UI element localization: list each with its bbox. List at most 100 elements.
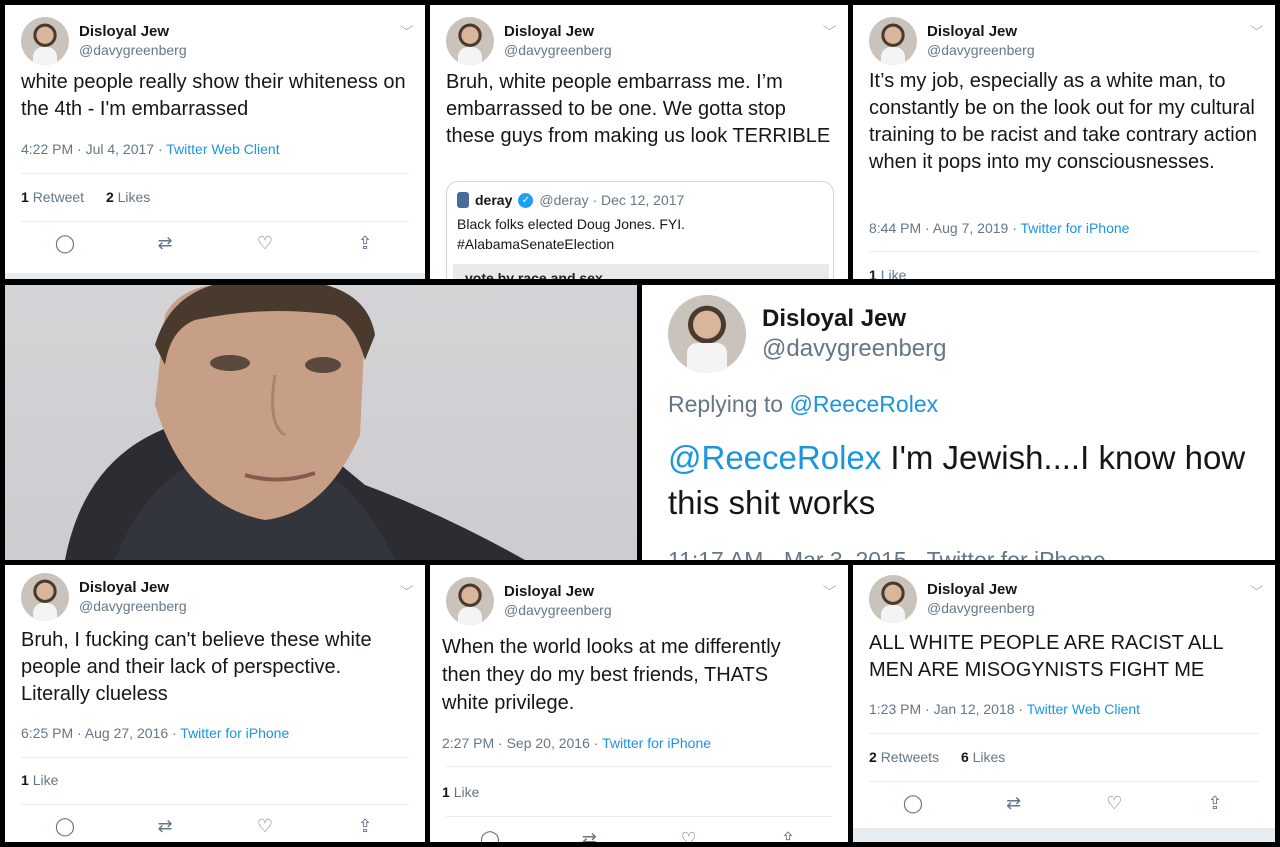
avatar[interactable] <box>21 17 69 65</box>
source-link[interactable]: Twitter for iPhone <box>602 735 711 751</box>
tweet-meta: 8:44 PM · Aug 7, 2019 · Twitter for iPho… <box>869 220 1129 236</box>
quoted-tweet-text: Black folks elected Doug Jones. FYI. #Al… <box>457 216 685 252</box>
divider <box>21 173 409 174</box>
action-bar: ◯ ⇄ ♡ ⇪ <box>53 233 377 254</box>
share-icon[interactable]: ⇪ <box>1203 793 1227 814</box>
divider <box>869 733 1259 734</box>
avatar[interactable] <box>446 17 494 65</box>
tweet-card-reply[interactable]: Disloyal Jew @davygreenberg Replying to … <box>642 285 1275 560</box>
tweet-text: ALL WHITE PEOPLE ARE RACIST ALL MEN ARE … <box>869 632 1223 681</box>
quoted-tweet[interactable]: deray ✓ @deray · Dec 12, 2017 Black folk… <box>446 181 834 279</box>
tweet-text: white people really show their whiteness… <box>21 71 406 120</box>
like-count[interactable]: 1 Like <box>869 267 906 279</box>
timestamp[interactable]: 11:17 AM · Mar 3, 2015 · Twitter for iPh… <box>668 547 1106 560</box>
divider <box>446 816 832 817</box>
chevron-down-icon[interactable]: ⌵ <box>823 579 837 594</box>
display-name[interactable]: Disloyal Jew <box>79 23 187 41</box>
tweet-card-5[interactable]: Disloyal Jew @davygreenberg ⌵ Bruh, I fu… <box>5 565 425 842</box>
engagement-counts: 1 Retweet 2 Likes <box>21 189 168 205</box>
source-link[interactable]: Twitter Web Client <box>1027 701 1140 717</box>
tweet-meta: 6:25 PM · Aug 27, 2016 · Twitter for iPh… <box>21 725 289 741</box>
tweet-text: Bruh, I fucking can't believe these whit… <box>21 629 372 705</box>
display-name[interactable]: Disloyal Jew <box>504 23 612 41</box>
tweet-text: @ReeceRolex I'm Jewish....I know how thi… <box>668 439 1246 521</box>
avatar[interactable] <box>869 17 917 65</box>
divider <box>446 766 832 767</box>
avatar[interactable] <box>21 573 69 621</box>
quoted-image[interactable]: vote by race and sex <box>453 264 829 279</box>
reply-icon[interactable]: ◯ <box>53 233 77 254</box>
chevron-down-icon[interactable]: ⌵ <box>1250 19 1264 34</box>
timestamp[interactable]: 2:27 PM · Sep 20, 2016 · <box>442 735 602 751</box>
tweet-header: Disloyal Jew @davygreenberg <box>21 17 187 65</box>
handle[interactable]: @davygreenberg <box>504 601 612 619</box>
tweet-card-6[interactable]: Disloyal Jew @davygreenberg ⌵ When the w… <box>430 565 848 842</box>
handle[interactable]: @davygreenberg <box>504 41 612 59</box>
like-icon[interactable]: ♡ <box>253 233 277 254</box>
tweet-text: It’s my job, especially as a white man, … <box>869 70 1257 173</box>
card-edge <box>853 828 1275 842</box>
avatar[interactable] <box>668 295 746 373</box>
reply-icon[interactable]: ◯ <box>901 793 925 814</box>
like-count[interactable]: 2 Likes <box>106 189 150 205</box>
chevron-down-icon[interactable]: ⌵ <box>400 19 414 34</box>
reply-icon[interactable]: ◯ <box>53 816 77 837</box>
share-icon[interactable]: ⇪ <box>353 816 377 837</box>
timestamp[interactable]: 4:22 PM · Jul 4, 2017 · <box>21 141 166 157</box>
tweet-header: Disloyal Jew @davygreenberg <box>869 575 1035 623</box>
chevron-down-icon[interactable]: ⌵ <box>823 19 837 34</box>
portrait-illustration <box>65 285 525 560</box>
tweet-card-1[interactable]: Disloyal Jew @davygreenberg ⌵ white peop… <box>5 5 425 279</box>
like-icon[interactable]: ♡ <box>1102 793 1126 814</box>
avatar[interactable] <box>446 577 494 625</box>
chevron-down-icon[interactable]: ⌵ <box>400 579 414 594</box>
like-icon[interactable]: ♡ <box>253 816 277 837</box>
quoted-display-name[interactable]: deray <box>475 192 512 208</box>
handle[interactable]: @davygreenberg <box>927 41 1035 59</box>
display-name[interactable]: Disloyal Jew <box>762 304 946 334</box>
reply-icon[interactable]: ◯ <box>478 829 502 842</box>
handle[interactable]: @davygreenberg <box>927 599 1035 617</box>
like-count[interactable]: 1 Like <box>442 784 479 800</box>
like-count[interactable]: 6 Likes <box>961 749 1005 765</box>
handle[interactable]: @davygreenberg <box>79 41 187 59</box>
handle[interactable]: @davygreenberg <box>762 334 946 364</box>
source-link[interactable]: Twitter Web Client <box>166 141 279 157</box>
like-count[interactable]: 1 Like <box>21 772 58 788</box>
replying-to: Replying to @ReeceRolex <box>668 391 939 417</box>
avatar[interactable] <box>869 575 917 623</box>
mention-link[interactable]: @ReeceRolex <box>668 439 881 476</box>
retweet-icon[interactable]: ⇄ <box>153 233 177 254</box>
timestamp[interactable]: 1:23 PM · Jan 12, 2018 · <box>869 701 1027 717</box>
retweet-icon[interactable]: ⇄ <box>1002 793 1026 814</box>
display-name[interactable]: Disloyal Jew <box>927 23 1035 41</box>
tweet-card-3[interactable]: Disloyal Jew @davygreenberg ⌵ It’s my jo… <box>853 5 1275 279</box>
timestamp[interactable]: 8:44 PM · Aug 7, 2019 · <box>869 220 1021 236</box>
tweet-header: Disloyal Jew @davygreenberg <box>668 295 946 373</box>
retweet-icon[interactable]: ⇄ <box>577 829 601 842</box>
quoted-tweet-header: deray ✓ @deray · Dec 12, 2017 <box>457 192 823 208</box>
source-link[interactable]: Twitter for iPhone <box>1021 220 1130 236</box>
action-bar: ◯ ⇄ ♡ ⇪ <box>53 816 377 837</box>
tweet-card-7[interactable]: Disloyal Jew @davygreenberg ⌵ ALL WHITE … <box>853 565 1275 842</box>
timestamp[interactable]: 6:25 PM · Aug 27, 2016 · <box>21 725 180 741</box>
display-name[interactable]: Disloyal Jew <box>79 579 187 597</box>
quoted-handle-date: @deray · Dec 12, 2017 <box>539 192 685 208</box>
divider <box>21 757 409 758</box>
share-icon[interactable]: ⇪ <box>353 233 377 254</box>
replying-to-link[interactable]: @ReeceRolex <box>789 391 938 417</box>
handle[interactable]: @davygreenberg <box>79 597 187 615</box>
retweet-icon[interactable]: ⇄ <box>153 816 177 837</box>
retweet-count[interactable]: 2 Retweets <box>869 749 939 765</box>
like-icon[interactable]: ♡ <box>677 829 701 842</box>
verified-icon: ✓ <box>518 192 534 208</box>
display-name[interactable]: Disloyal Jew <box>504 583 612 601</box>
tweet-meta: 1:23 PM · Jan 12, 2018 · Twitter Web Cli… <box>869 701 1140 717</box>
share-icon[interactable]: ⇪ <box>776 829 800 842</box>
display-name[interactable]: Disloyal Jew <box>927 581 1035 599</box>
source-link[interactable]: Twitter for iPhone <box>180 725 289 741</box>
chevron-down-icon[interactable]: ⌵ <box>1250 579 1264 594</box>
divider <box>869 781 1259 782</box>
retweet-count[interactable]: 1 Retweet <box>21 189 84 205</box>
tweet-card-2[interactable]: Disloyal Jew @davygreenberg ⌵ Bruh, whit… <box>430 5 848 279</box>
